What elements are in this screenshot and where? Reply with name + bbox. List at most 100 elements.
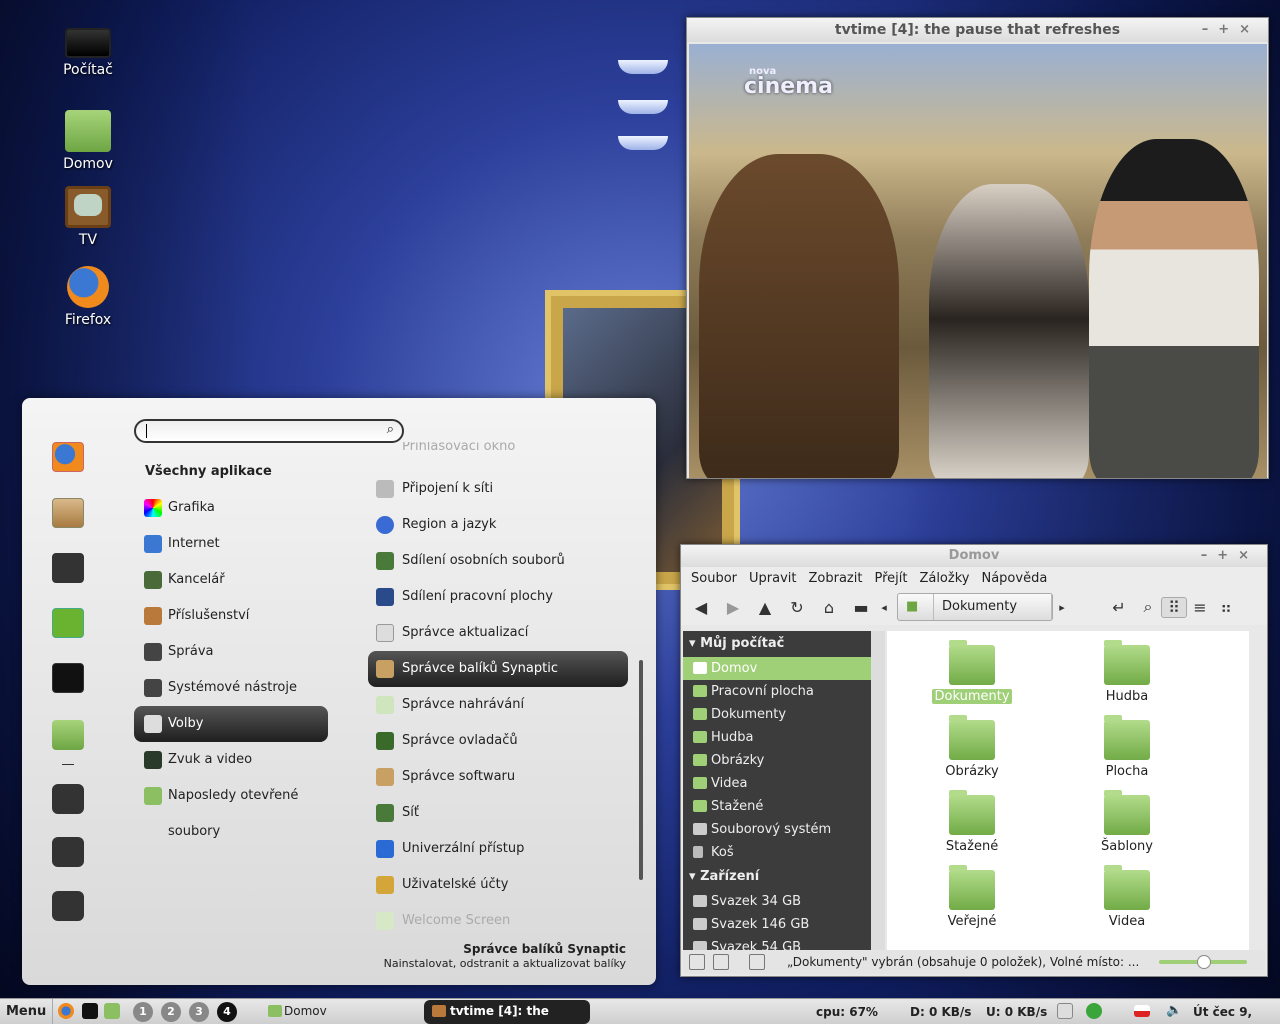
show-tree-icon[interactable] — [713, 954, 729, 970]
file-manager-window[interactable]: Domov –+× Soubor Upravit Zobrazit Přejít… — [680, 544, 1268, 977]
file-item[interactable]: Videa — [1077, 865, 1177, 929]
file-item[interactable]: Obrázky — [922, 715, 1022, 779]
apps-scrollbar[interactable] — [639, 660, 643, 880]
menu-bookmarks[interactable]: Záložky — [913, 567, 975, 589]
hide-sidebar-icon[interactable] — [749, 954, 765, 970]
launcher-firefox-icon[interactable] — [58, 1003, 74, 1019]
sidebar-item-filesystem[interactable]: Souborový systém — [683, 818, 871, 841]
back-icon[interactable]: ◀ — [685, 598, 717, 617]
app-item[interactable]: Správce aktualizací — [368, 615, 628, 651]
favorite-settings-icon[interactable] — [52, 553, 84, 583]
forward-icon[interactable]: ▶ — [717, 598, 749, 617]
category-item[interactable]: Internet — [134, 526, 328, 562]
file-item[interactable]: Hudba — [1077, 640, 1177, 704]
app-item[interactable]: Univerzální přístup — [368, 831, 628, 867]
favorite-folder-icon[interactable] — [52, 720, 84, 750]
file-item[interactable]: Plocha — [1077, 715, 1177, 779]
sidebar-item-downloads[interactable]: Stažené — [683, 795, 871, 818]
sidebar-item-videos[interactable]: Videa — [683, 772, 871, 795]
sidebar-section-header[interactable]: ▾ Zařízení — [683, 864, 871, 890]
category-item[interactable]: Grafika — [134, 490, 328, 526]
chevron-right-icon[interactable]: ▸ — [1053, 601, 1071, 614]
file-item[interactable]: Stažené — [922, 790, 1022, 854]
app-item[interactable]: Sdílení osobních souborů — [368, 543, 628, 579]
file-item[interactable]: Dokumenty — [922, 640, 1022, 704]
category-item[interactable]: Systémové nástroje — [134, 670, 328, 706]
task-button[interactable]: Domov — [264, 1000, 414, 1024]
desktop-icon-computer[interactable]: Počítač — [50, 22, 126, 78]
sidebar-scrollbar[interactable] — [871, 631, 885, 951]
workspace-3[interactable]: 3 — [189, 1002, 209, 1022]
menu-go[interactable]: Přejít — [868, 567, 913, 589]
sidebar-item-music[interactable]: Hudba — [683, 726, 871, 749]
volume-icon[interactable]: 🔈 — [1166, 1003, 1182, 1019]
keyboard-layout-flag-icon[interactable] — [1134, 1005, 1150, 1017]
list-view-icon[interactable]: ≡ — [1187, 598, 1213, 617]
category-all-apps[interactable]: Všechny aplikace — [145, 464, 272, 479]
favorite-chat-icon[interactable] — [52, 608, 84, 638]
clock[interactable]: Út čec 9, 21:54 — [1193, 1000, 1280, 1024]
tvtime-window[interactable]: tvtime [4]: the pause that refreshes –+×… — [686, 17, 1269, 479]
breadcrumb-home-icon[interactable]: ■ — [898, 594, 934, 620]
app-item[interactable]: Sdílení pracovní plochy — [368, 579, 628, 615]
workspace-4[interactable]: 4 — [217, 1002, 237, 1022]
computer-icon[interactable]: ▬ — [845, 598, 877, 617]
workspace-1[interactable]: 1 — [133, 1002, 153, 1022]
menu-help[interactable]: Nápověda — [975, 567, 1053, 589]
logout-icon[interactable] — [52, 837, 84, 867]
sidebar-item-desktop[interactable]: Pracovní plocha — [683, 680, 871, 703]
sidebar-item-trash[interactable]: Koš — [683, 841, 871, 864]
close-button[interactable]: × — [1238, 548, 1259, 563]
app-item[interactable]: Uživatelské účty — [368, 867, 628, 903]
close-button[interactable]: × — [1239, 22, 1260, 37]
app-item[interactable]: Správce balíků Synaptic — [368, 651, 628, 687]
show-places-icon[interactable] — [689, 954, 705, 970]
sidebar-item-volume[interactable]: Svazek 34 GB — [683, 890, 871, 913]
update-check-icon[interactable] — [1086, 1003, 1102, 1019]
home-icon[interactable]: ⌂ — [813, 598, 845, 617]
sidebar-section-header[interactable]: ▾ Můj počítač — [683, 631, 871, 657]
app-item[interactable]: Připojení k síti — [368, 471, 628, 507]
menu-edit[interactable]: Upravit — [743, 567, 802, 589]
file-item[interactable]: Šablony — [1077, 790, 1177, 854]
app-item[interactable]: Správce nahrávání — [368, 687, 628, 723]
category-item[interactable]: Volby — [134, 706, 328, 742]
menu-view[interactable]: Zobrazit — [802, 567, 868, 589]
sidebar-item-home[interactable]: Domov — [683, 657, 871, 680]
sidebar-item-volume[interactable]: Svazek 54 GB — [683, 936, 871, 951]
app-item[interactable]: Přihlašovací okno — [368, 442, 628, 460]
zoom-slider[interactable] — [1159, 955, 1247, 969]
search-icon[interactable]: ⌕ — [1135, 597, 1161, 617]
launcher-files-icon[interactable] — [104, 1003, 120, 1019]
favorite-terminal-icon[interactable] — [52, 663, 84, 693]
compact-view-icon[interactable]: ⠶ — [1213, 598, 1239, 617]
app-item[interactable]: Region a jazyk — [368, 507, 628, 543]
app-item[interactable]: Síť — [368, 795, 628, 831]
favorite-firefox-icon[interactable] — [52, 442, 84, 472]
category-item[interactable]: Zvuk a video — [134, 742, 328, 778]
app-item[interactable]: Správce ovladačů — [368, 723, 628, 759]
reload-icon[interactable]: ↻ — [781, 598, 813, 617]
window-titlebar[interactable]: tvtime [4]: the pause that refreshes –+× — [687, 18, 1268, 42]
app-item[interactable]: Welcome Screen — [368, 903, 628, 939]
minimize-button[interactable]: – — [1201, 548, 1218, 563]
up-icon[interactable]: ▲ — [749, 598, 781, 617]
app-item[interactable]: Správce softwaru — [368, 759, 628, 795]
workspace-2[interactable]: 2 — [161, 1002, 181, 1022]
power-icon[interactable] — [52, 891, 84, 921]
category-item[interactable]: Příslušenství — [134, 598, 328, 634]
window-titlebar[interactable]: Domov –+× — [681, 545, 1267, 567]
icon-view-icon[interactable]: ⠿ — [1161, 596, 1187, 618]
shield-icon[interactable] — [1057, 1003, 1073, 1019]
category-item[interactable]: Naposledy otevřené soubory — [134, 778, 354, 839]
sidebar-item-documents[interactable]: Dokumenty — [683, 703, 871, 726]
lock-screen-icon[interactable] — [52, 784, 84, 814]
maximize-button[interactable]: + — [1218, 22, 1239, 37]
location-toggle-icon[interactable]: ↵ — [1103, 598, 1135, 617]
sidebar-item-volume[interactable]: Svazek 146 GB — [683, 913, 871, 936]
breadcrumb-item[interactable]: Dokumenty — [934, 594, 1052, 620]
category-item[interactable]: Správa — [134, 634, 328, 670]
maximize-button[interactable]: + — [1217, 548, 1238, 563]
launcher-terminal-icon[interactable] — [82, 1003, 98, 1019]
menu-search-input[interactable]: ⌕ — [134, 419, 404, 443]
